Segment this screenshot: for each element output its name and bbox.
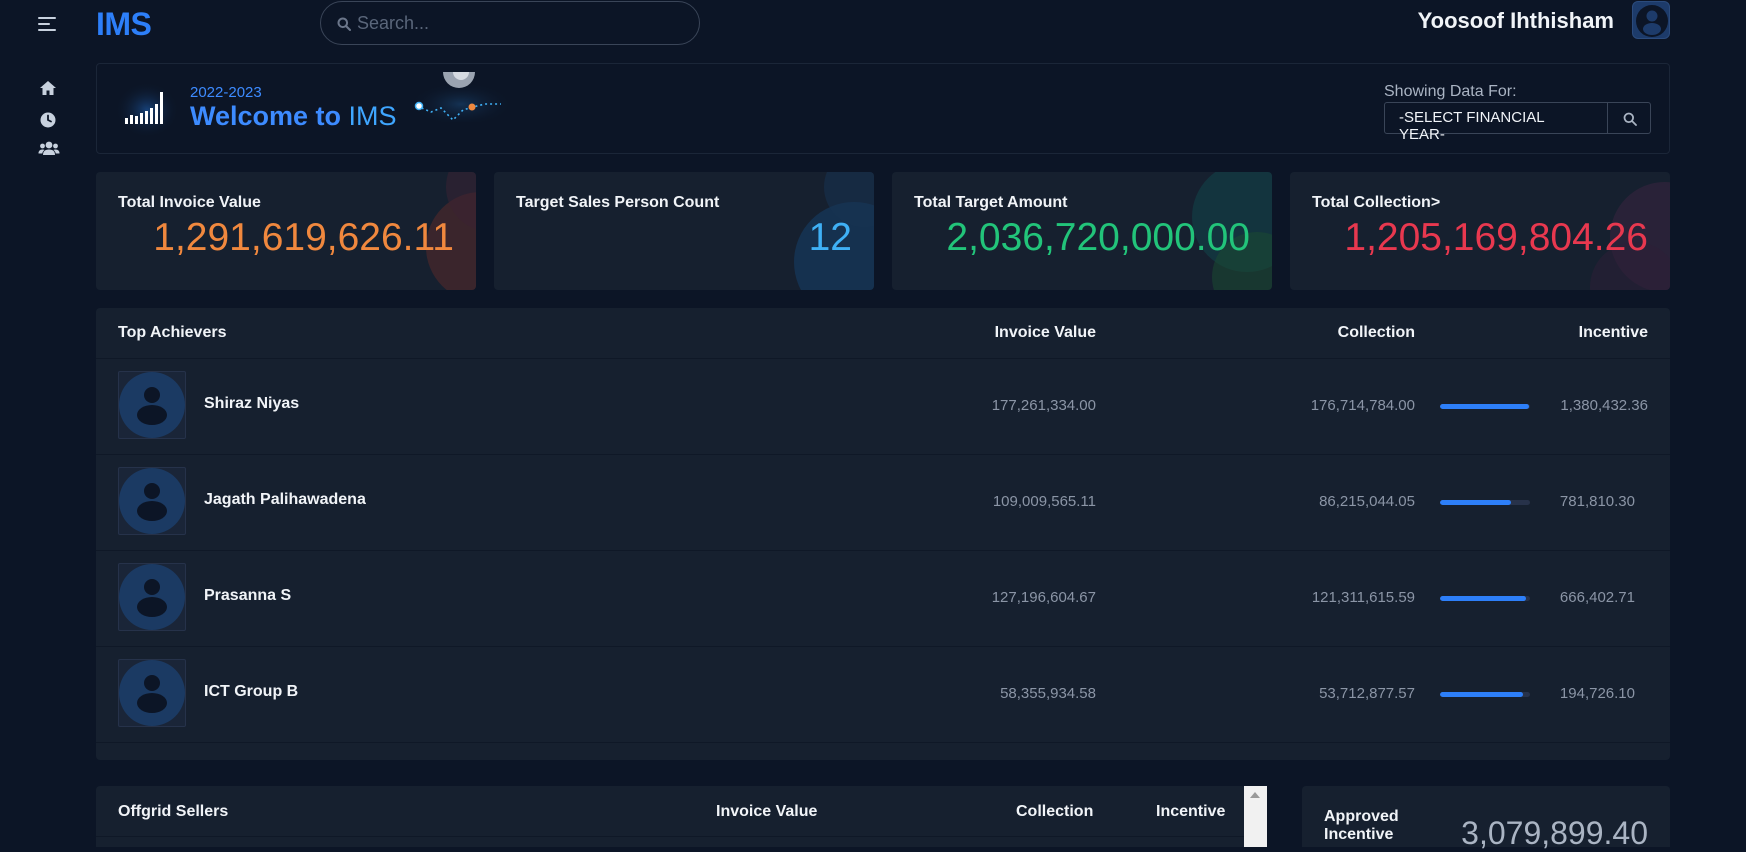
table-divider bbox=[96, 742, 1670, 743]
invoice-value: 58,355,934.58 bbox=[1000, 685, 1096, 702]
seller-name: Prasanna S bbox=[204, 587, 292, 604]
card-title[interactable]: Total Collection> bbox=[1312, 194, 1440, 212]
welcome-title-prefix: Welcome to bbox=[190, 101, 349, 131]
table-row[interactable]: Jagath Palihawadena 109,009,565.11 86,21… bbox=[96, 454, 1670, 550]
search-icon bbox=[1623, 112, 1637, 126]
showing-data-label: Showing Data For: bbox=[1384, 83, 1517, 100]
welcome-title-brand: IMS bbox=[348, 101, 397, 131]
progress-fill bbox=[1440, 500, 1512, 505]
incentive-value: 1,380,432.36 bbox=[1560, 397, 1648, 414]
column-header-collection: Collection bbox=[1337, 324, 1415, 341]
menu-toggle-icon[interactable] bbox=[38, 17, 58, 33]
collection-value: 53,712,877.57 bbox=[1319, 685, 1415, 702]
column-header-collection: Collection bbox=[1016, 803, 1094, 820]
scroll-up-arrow-icon[interactable] bbox=[1250, 792, 1260, 798]
progress-fill bbox=[1440, 596, 1526, 601]
table-row[interactable]: Prasanna S 127,196,604.67 121,311,615.59… bbox=[96, 550, 1670, 646]
clock-icon[interactable] bbox=[38, 111, 60, 129]
approved-incentive-label: Approved Incentive bbox=[1324, 808, 1399, 843]
seller-name: ICT Group B bbox=[204, 683, 299, 700]
card-title: Target Sales Person Count bbox=[516, 194, 720, 211]
incentive-value: 194,726.10 bbox=[1559, 685, 1635, 702]
user-name[interactable]: Yoosoof Ihthisham bbox=[1418, 8, 1614, 34]
progress-fill bbox=[1440, 404, 1530, 409]
avatar bbox=[118, 467, 186, 535]
table-row[interactable]: ICT Group B 58,355,934.58 53,712,877.57 … bbox=[96, 646, 1670, 742]
signal-bars-icon bbox=[115, 82, 179, 138]
offgrid-scrollbar[interactable] bbox=[1244, 786, 1267, 847]
collection-progress-bar bbox=[1440, 404, 1530, 409]
card-target-sales-person-count: Target Sales Person Count 12 bbox=[494, 172, 874, 290]
card-value: 1,291,619,626.11 bbox=[153, 216, 454, 259]
financial-year-select[interactable]: -SELECT FINANCIAL YEAR- bbox=[1384, 102, 1608, 143]
approved-incentive-card: Approved Incentive 3,079,899.40 bbox=[1302, 786, 1670, 851]
column-header-invoice: Invoice Value bbox=[716, 803, 818, 820]
incentive-value: 781,810.30 bbox=[1559, 493, 1635, 510]
avatar bbox=[118, 659, 186, 727]
app-logo[interactable]: IMS bbox=[96, 6, 152, 43]
seller-name: Jagath Palihawadena bbox=[204, 491, 366, 508]
invoice-value: 127,196,604.67 bbox=[991, 589, 1096, 606]
top-achievers-table: Top Achievers Invoice Value Collection I… bbox=[96, 308, 1670, 760]
sidebar bbox=[0, 0, 96, 847]
table-row[interactable]: Shiraz Niyas 177,261,334.00 176,714,784.… bbox=[96, 358, 1670, 454]
collection-value: 121,311,615.59 bbox=[1311, 589, 1415, 606]
seller-name: Shiraz Niyas bbox=[204, 395, 300, 412]
welcome-title: Welcome to IMS bbox=[190, 101, 397, 132]
card-total-target-amount: Total Target Amount 2,036,720,000.00 bbox=[892, 172, 1272, 290]
welcome-banner: 2022-2023 Welcome to IMS Showing Data Fo… bbox=[96, 63, 1670, 154]
column-header-invoice: Invoice Value bbox=[994, 324, 1096, 341]
card-value: 2,036,720,000.00 bbox=[946, 216, 1250, 259]
invoice-value: 109,009,565.11 bbox=[992, 493, 1096, 510]
collection-progress-bar bbox=[1440, 596, 1530, 601]
card-total-collection[interactable]: Total Collection> 1,205,169,804.26 bbox=[1290, 172, 1670, 290]
card-total-invoice-value: Total Invoice Value 1,291,619,626.11 bbox=[96, 172, 476, 290]
card-value: 1,205,169,804.26 bbox=[1344, 216, 1648, 259]
collection-progress-bar bbox=[1440, 692, 1530, 697]
search-input[interactable] bbox=[357, 2, 687, 44]
financial-year-search-button[interactable] bbox=[1607, 102, 1651, 134]
search-icon bbox=[337, 17, 351, 31]
column-header-incentive: Incentive bbox=[1156, 803, 1226, 820]
incentive-value: 666,402.71 bbox=[1559, 589, 1635, 606]
card-title: Total Invoice Value bbox=[118, 194, 261, 211]
card-value: 12 bbox=[808, 216, 852, 259]
card-title: Total Target Amount bbox=[914, 194, 1068, 211]
collection-value: 176,714,784.00 bbox=[1310, 397, 1415, 414]
home-icon[interactable] bbox=[38, 79, 60, 97]
invoice-value: 177,261,334.00 bbox=[991, 397, 1096, 414]
column-header-name: Top Achievers bbox=[118, 324, 227, 341]
user-avatar[interactable] bbox=[1632, 1, 1670, 39]
avatar bbox=[118, 563, 186, 631]
header-divider bbox=[96, 836, 1246, 837]
welcome-year: 2022-2023 bbox=[190, 84, 262, 101]
collection-progress-bar bbox=[1440, 500, 1530, 505]
avatar bbox=[118, 371, 186, 439]
column-header-name: Offgrid Sellers bbox=[118, 803, 229, 820]
progress-fill bbox=[1440, 692, 1523, 697]
welcome-illustration bbox=[411, 72, 513, 122]
offgrid-sellers-table: Offgrid Sellers Invoice Value Collection… bbox=[96, 786, 1246, 847]
users-icon[interactable] bbox=[38, 140, 60, 158]
search-bar[interactable] bbox=[320, 1, 700, 45]
column-header-incentive: Incentive bbox=[1578, 324, 1648, 341]
approved-incentive-value: 3,079,899.40 bbox=[1461, 815, 1648, 851]
collection-value: 86,215,044.05 bbox=[1319, 493, 1415, 510]
